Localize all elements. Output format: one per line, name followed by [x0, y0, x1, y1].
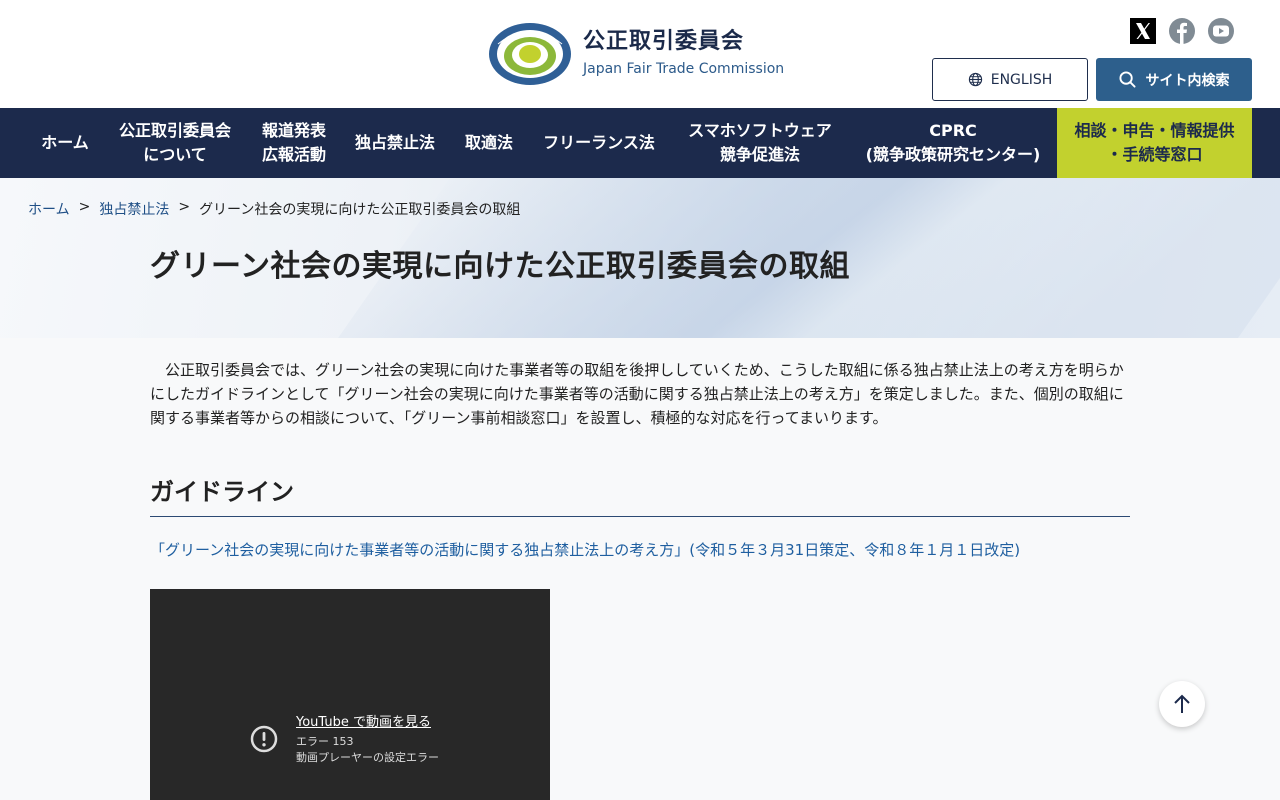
youtube-icon[interactable] — [1208, 18, 1234, 44]
breadcrumb-home[interactable]: ホーム — [28, 199, 70, 219]
nav-item-smartphone-act[interactable]: スマホソフトウェア 競争促進法 — [672, 108, 848, 178]
site-header: 公正取引委員会 Japan Fair Trade Commission ENGL… — [0, 0, 1280, 108]
x-icon[interactable] — [1130, 18, 1156, 44]
section-divider — [150, 516, 1130, 517]
facebook-icon[interactable] — [1169, 18, 1195, 44]
breadcrumb-separator: > — [78, 199, 91, 215]
english-button[interactable]: ENGLISH — [932, 58, 1088, 101]
breadcrumb: ホーム > 独占禁止法 > グリーン社会の実現に向けた公正取引委員会の取組 — [28, 199, 520, 219]
error-message: 動画プレーヤーの設定エラー — [296, 751, 439, 764]
global-nav: ホーム 公正取引委員会 について 報道発表 広報活動 独占禁止法 取適法 フリー… — [0, 108, 1280, 178]
section-title-guideline: ガイドライン — [150, 478, 294, 506]
breadcrumb-antimonopoly[interactable]: 独占禁止法 — [99, 199, 169, 219]
error-code: エラー 153 — [296, 735, 354, 748]
logo-english: Japan Fair Trade Commission — [583, 61, 785, 77]
youtube-embed[interactable]: YouTube で動画を見る エラー 153 動画プレーヤーの設定エラー — [150, 589, 550, 800]
site-search-button[interactable]: サイト内検索 — [1096, 58, 1252, 101]
guideline-link[interactable]: 「グリーン社会の実現に向けた事業者等の活動に関する独占禁止法上の考え方」(令和５… — [150, 538, 1020, 562]
logo-japanese: 公正取引委員会 — [583, 29, 745, 54]
arrow-up-icon — [1174, 694, 1190, 713]
page-title: グリーン社会の実現に向けた公正取引委員会の取組 — [150, 249, 850, 284]
intro-text: 公正取引委員会では、グリーン社会の実現に向けた事業者等の取組を後押ししていくため… — [150, 361, 1124, 427]
nav-item-about[interactable]: 公正取引委員会 について — [106, 108, 244, 178]
globe-icon — [968, 72, 982, 87]
error-icon — [250, 725, 278, 753]
nav-item-press[interactable]: 報道発表 広報活動 — [248, 108, 340, 178]
search-label: サイト内検索 — [1145, 72, 1230, 89]
page-hero: ホーム > 独占禁止法 > グリーン社会の実現に向けた公正取引委員会の取組 グリ… — [0, 178, 1280, 338]
search-icon — [1118, 71, 1136, 88]
nav-item-freelance[interactable]: フリーランス法 — [530, 108, 668, 178]
watch-on-youtube-link[interactable]: YouTube で動画を見る — [296, 711, 431, 730]
breadcrumb-separator: > — [178, 199, 191, 215]
nav-item-torikiho[interactable]: 取適法 — [452, 108, 526, 178]
nav-item-consultation[interactable]: 相談・申告・情報提供 ・手続等窓口 — [1057, 108, 1252, 178]
nav-item-cprc[interactable]: CPRC (競争政策研究センター) — [852, 108, 1054, 178]
breadcrumb-current: グリーン社会の実現に向けた公正取引委員会の取組 — [199, 202, 521, 218]
site-logo[interactable]: 公正取引委員会 Japan Fair Trade Commission — [488, 22, 784, 86]
back-to-top-button[interactable] — [1159, 681, 1205, 727]
nav-item-antimonopoly[interactable]: 独占禁止法 — [344, 108, 446, 178]
english-label: ENGLISH — [990, 71, 1053, 88]
nav-item-home[interactable]: ホーム — [28, 108, 102, 178]
jftc-emblem-icon — [489, 23, 571, 85]
social-links — [1130, 18, 1234, 44]
